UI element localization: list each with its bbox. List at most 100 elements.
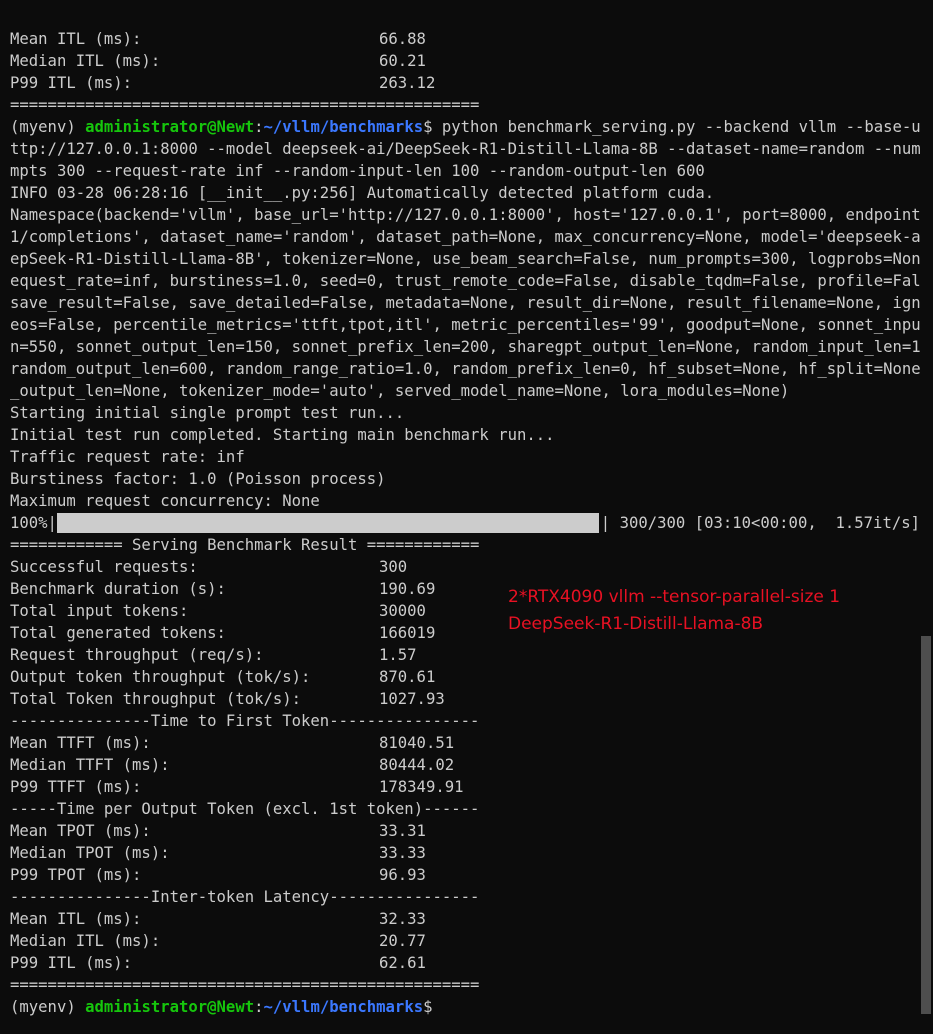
command-text: mpts 300 --request-rate inf --random-inp… (10, 162, 705, 180)
metric-label: Mean ITL (ms): (10, 30, 142, 48)
prompt-dollar: $ (423, 998, 433, 1016)
annotation-line: DeepSeek-R1-Distill-Llama-8B (508, 614, 764, 634)
metric-row: Median ITL (ms): 60.21 (10, 50, 920, 72)
itl-metrics: Mean ITL (ms): 32.33 Median ITL (ms): 20.7… (10, 908, 920, 974)
scrollbar-track[interactable] (921, 0, 933, 1034)
prompt-env: (myenv) (10, 118, 86, 136)
red-annotation: 2*RTX4090 vllm --tensor-parallel-size 1 … (508, 584, 840, 638)
metric-value: 32.33 (379, 910, 426, 928)
output-line: _output_len=None, tokenizer_mode='auto',… (10, 382, 790, 400)
metric-value: 66.88 (379, 30, 426, 48)
metric-value: 33.33 (379, 844, 426, 862)
output-line: Burstiness factor: 1.0 (Poisson process) (10, 470, 386, 488)
prompt-env: (myenv) (10, 998, 86, 1016)
metric-value: 33.31 (379, 822, 426, 840)
output-line: equest_rate=inf, burstiness=1.0, seed=0,… (10, 272, 920, 290)
output-line: Starting initial single prompt test run.… (10, 404, 405, 422)
metric-value: 62.61 (379, 954, 426, 972)
metric-row: Successful requests: 300 (10, 556, 920, 578)
separator-line: ========================================… (10, 96, 480, 114)
output-line: epSeek-R1-Distill-Llama-8B', tokenizer=N… (10, 250, 920, 268)
metric-value: 1027.93 (379, 690, 445, 708)
output-line: Traffic request rate: inf (10, 448, 245, 466)
itl-header: ---------------Inter-token Latency------… (10, 888, 480, 906)
output-line: Maximum request concurrency: None (10, 492, 320, 510)
metric-label: Median TPOT (ms): (10, 844, 170, 862)
metric-value: 20.77 (379, 932, 426, 950)
output-line: Initial test run completed. Starting mai… (10, 426, 555, 444)
tpot-metrics: Mean TPOT (ms): 33.31 Median TPOT (ms): 33… (10, 820, 920, 886)
tpot-header: -----Time per Output Token (excl. 1st to… (10, 800, 480, 818)
progress-bar (56, 513, 599, 533)
prompt-userhost: administrator@Newt (85, 998, 255, 1016)
metric-row: Mean TPOT (ms): 33.31 (10, 820, 920, 842)
prompt-userhost: administrator@Newt (85, 118, 255, 136)
metric-label: P99 TPOT (ms): (10, 866, 142, 884)
metric-label: Benchmark duration (s): (10, 580, 226, 598)
metric-label: P99 TTFT (ms): (10, 778, 142, 796)
progress-status: | 300/300 [03:10<00:00, 1.57it/s] (600, 514, 920, 532)
scrollbar-thumb[interactable] (921, 636, 931, 1014)
metric-label: Total input tokens: (10, 602, 189, 620)
prompt-colon: : (254, 998, 264, 1016)
command-text: python benchmark_serving.py --backend vl… (432, 118, 920, 136)
metric-value: 80444.02 (379, 756, 455, 774)
metric-value: 60.21 (379, 52, 426, 70)
metric-value: 870.61 (379, 668, 436, 686)
metric-row: Mean ITL (ms): 66.88 (10, 28, 920, 50)
progress-percent: 100%| (10, 514, 57, 532)
output-line: INFO 03-28 06:28:16 [__init__.py:256] Au… (10, 184, 715, 202)
metric-row: Total Token throughput (tok/s): 1027.93 (10, 688, 920, 710)
metric-row: Request throughput (req/s): 1.57 (10, 644, 920, 666)
separator-line: ========================================… (10, 976, 480, 994)
metric-label: Mean TPOT (ms): (10, 822, 151, 840)
result-header: ============ Serving Benchmark Result ==… (10, 536, 480, 554)
metric-value: 190.69 (379, 580, 436, 598)
prompt-path: ~/vllm/benchmarks (263, 118, 424, 136)
output-line: Namespace(backend='vllm', base_url='http… (10, 206, 920, 224)
ttft-metrics: Mean TTFT (ms): 81040.51 Median TTFT (ms)… (10, 732, 920, 798)
metric-label: Mean TTFT (ms): (10, 734, 151, 752)
output-line: save_result=False, save_detailed=False, … (10, 294, 920, 312)
command-text: ttp://127.0.0.1:8000 --model deepseek-ai… (10, 140, 920, 158)
metric-value: 96.93 (379, 866, 426, 884)
metric-row: Median ITL (ms): 20.77 (10, 930, 920, 952)
output-line: 1/completions', dataset_name='random', d… (10, 228, 920, 246)
metric-row: P99 TTFT (ms): 178349.91 (10, 776, 920, 798)
metric-row: P99 ITL (ms): 263.12 (10, 72, 920, 94)
terminal-output[interactable]: Mean ITL (ms): 66.88 Median ITL (ms): 60.2… (10, 28, 920, 1018)
command-output: INFO 03-28 06:28:16 [__init__.py:256] Au… (10, 182, 920, 512)
metric-row: Median TTFT (ms): 80444.02 (10, 754, 920, 776)
metric-label: Median ITL (ms): (10, 52, 161, 70)
prompt-dollar: $ (423, 118, 433, 136)
metric-label: Total generated tokens: (10, 624, 226, 642)
metric-label: Successful requests: (10, 558, 198, 576)
metric-value: 263.12 (379, 74, 436, 92)
metric-value: 178349.91 (379, 778, 464, 796)
metric-value: 166019 (379, 624, 436, 642)
output-line: n=550, sonnet_output_len=150, sonnet_pre… (10, 338, 920, 356)
annotation-line: 2*RTX4090 vllm --tensor-parallel-size 1 (508, 587, 841, 607)
metric-label: Request throughput (req/s): (10, 646, 264, 664)
shell-prompt[interactable]: (myenv) administrator@Newt:~/vllm/benchm… (10, 996, 920, 1018)
metric-row: P99 ITL (ms): 62.61 (10, 952, 920, 974)
metric-label: P99 ITL (ms): (10, 954, 133, 972)
prompt-path: ~/vllm/benchmarks (263, 998, 424, 1016)
metric-label: Total Token throughput (tok/s): (10, 690, 302, 708)
metric-row: Mean ITL (ms): 32.33 (10, 908, 920, 930)
metric-value: 81040.51 (379, 734, 455, 752)
top-metrics: Mean ITL (ms): 66.88 Median ITL (ms): 60.2… (10, 28, 920, 94)
metric-label: P99 ITL (ms): (10, 74, 133, 92)
metric-row: Median TPOT (ms): 33.33 (10, 842, 920, 864)
metric-label: Mean ITL (ms): (10, 910, 142, 928)
metric-label: Output token throughput (tok/s): (10, 668, 311, 686)
prompt-colon: : (254, 118, 264, 136)
shell-prompt-command: (myenv) administrator@Newt:~/vllm/benchm… (10, 116, 920, 138)
metric-label: Median ITL (ms): (10, 932, 161, 950)
metric-value: 1.57 (379, 646, 417, 664)
metric-value: 300 (379, 558, 408, 576)
progress-row: 100%| | 300/300 [03:10<00:00, 1.57it/s] (10, 512, 920, 534)
metric-value: 30000 (379, 602, 426, 620)
output-line: random_output_len=600, random_range_rati… (10, 360, 920, 378)
metric-row: Output token throughput (tok/s): 870.61 (10, 666, 920, 688)
